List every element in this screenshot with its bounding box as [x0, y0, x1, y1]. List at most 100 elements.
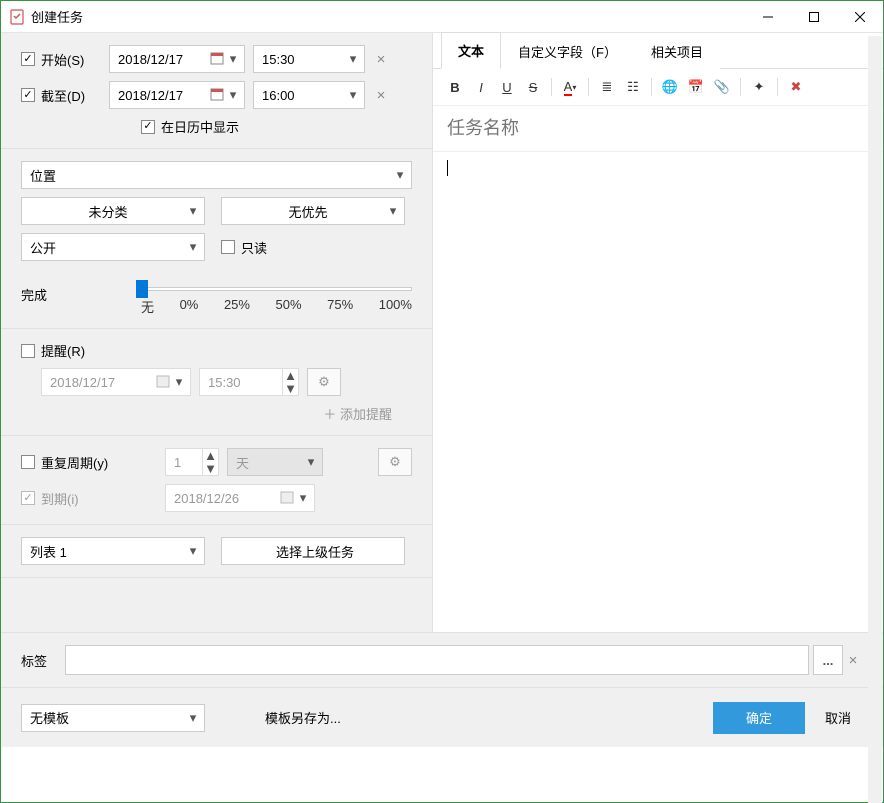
- date-icon: 📅: [688, 79, 704, 95]
- calendar-icon[interactable]: [210, 87, 226, 103]
- task-title-input[interactable]: [433, 106, 883, 151]
- clear-due-button[interactable]: ×: [371, 85, 391, 105]
- show-in-calendar-label: 在日历中显示: [161, 117, 239, 136]
- numbered-list-icon: ☷: [627, 79, 639, 95]
- reminder-settings-button[interactable]: ⚙: [307, 368, 341, 396]
- start-time-input[interactable]: 15:30▾: [253, 45, 365, 73]
- link-icon: 🌐: [662, 79, 678, 95]
- category-combo[interactable]: 未分类▾: [21, 197, 205, 225]
- visibility-combo[interactable]: 公开▾: [21, 233, 205, 261]
- right-panel: 文本 自定义字段（F） 相关项目 B I U S A ▾ ≣ ☷ 🌐 📅 📎 ✦…: [433, 33, 883, 632]
- recurrence-unit-combo[interactable]: 天▾: [227, 448, 323, 476]
- start-label: 开始(S): [41, 50, 97, 69]
- tab-custom-fields[interactable]: 自定义字段（F）: [501, 33, 634, 69]
- clear-tags-button[interactable]: ×: [843, 650, 863, 670]
- tags-label: 标签: [21, 651, 65, 670]
- tab-text[interactable]: 文本: [441, 32, 501, 69]
- tab-related[interactable]: 相关项目: [634, 33, 720, 69]
- chevron-down-icon[interactable]: ▾: [226, 87, 240, 103]
- recurrence-until-label: 到期(i): [41, 489, 137, 508]
- ok-button[interactable]: 确定: [713, 702, 805, 734]
- bold-button[interactable]: B: [443, 75, 467, 99]
- reminder-label: 提醒(R): [41, 341, 85, 360]
- tags-input[interactable]: [65, 645, 809, 675]
- add-reminder-button[interactable]: ＋ 添加提醒: [323, 407, 392, 422]
- reminder-time-input[interactable]: 15:30 ▲▼: [199, 368, 299, 396]
- insert-link-button[interactable]: 🌐: [658, 75, 682, 99]
- strikethrough-button[interactable]: S: [521, 75, 545, 99]
- recurrence-label: 重复周期(y): [41, 453, 137, 472]
- recurrence-until-date-input[interactable]: 2018/12/26 ▾: [165, 484, 315, 512]
- insert-item-button[interactable]: ✦: [747, 75, 771, 99]
- show-in-calendar-checkbox[interactable]: [141, 120, 155, 134]
- underline-button[interactable]: U: [495, 75, 519, 99]
- chevron-down-icon[interactable]: ▾: [346, 87, 360, 103]
- minimize-button[interactable]: [745, 1, 791, 33]
- app-icon: [9, 9, 25, 25]
- tags-more-button[interactable]: ...: [813, 645, 843, 675]
- start-date-input[interactable]: 2018/12/17 ▾: [109, 45, 245, 73]
- paperclip-icon: 📎: [714, 79, 730, 95]
- recurrence-settings-button[interactable]: ⚙: [378, 448, 412, 476]
- chevron-down-icon[interactable]: ▾: [186, 710, 200, 726]
- due-label: 截至(D): [41, 86, 97, 105]
- readonly-label: 只读: [241, 238, 267, 257]
- list-combo[interactable]: 列表 1▾: [21, 537, 205, 565]
- chevron-down-icon[interactable]: ▾: [386, 203, 400, 219]
- readonly-checkbox[interactable]: [221, 240, 235, 254]
- editor-tabs: 文本 自定义字段（F） 相关项目: [433, 33, 883, 69]
- reminder-checkbox[interactable]: [21, 344, 35, 358]
- calendar-icon[interactable]: [210, 51, 226, 67]
- task-body-editor[interactable]: [433, 151, 883, 632]
- chevron-down-icon[interactable]: ▾: [304, 454, 318, 470]
- clear-formatting-button[interactable]: ✖: [784, 75, 808, 99]
- save-template-as-button[interactable]: 模板另存为...: [265, 708, 341, 727]
- progress-slider[interactable]: [141, 287, 412, 291]
- insert-date-button[interactable]: 📅: [684, 75, 708, 99]
- title-bar: 创建任务: [1, 1, 883, 33]
- recurrence-until-checkbox[interactable]: [21, 491, 35, 505]
- priority-combo[interactable]: 无优先▾: [221, 197, 405, 225]
- calendar-icon[interactable]: [156, 374, 172, 390]
- template-combo[interactable]: 无模板▾: [21, 704, 205, 732]
- chevron-down-icon[interactable]: ▾: [186, 239, 200, 255]
- due-time-input[interactable]: 16:00▾: [253, 81, 365, 109]
- chevron-down-icon[interactable]: ▾: [393, 167, 407, 183]
- chevron-down-icon[interactable]: ▾: [172, 374, 186, 390]
- select-parent-task-button[interactable]: 选择上级任务: [221, 537, 405, 565]
- reminder-date-input[interactable]: 2018/12/17 ▾: [41, 368, 191, 396]
- chevron-down-icon[interactable]: ▾: [226, 51, 240, 67]
- dialog-footer: 无模板▾ 模板另存为... 确定 取消: [1, 687, 883, 747]
- chevron-down-icon[interactable]: ▾: [346, 51, 360, 67]
- eraser-icon: ✖: [791, 79, 802, 95]
- tags-row: 标签 ... ×: [1, 632, 883, 687]
- italic-button[interactable]: I: [469, 75, 493, 99]
- editor-scrollbar[interactable]: [868, 36, 882, 803]
- progress-ticks: 无 0% 25% 50% 75% 100%: [141, 297, 412, 316]
- chevron-down-icon[interactable]: ▾: [296, 490, 310, 506]
- start-checkbox[interactable]: [21, 52, 35, 66]
- recurrence-count-input[interactable]: 1 ▲▼: [165, 448, 219, 476]
- cancel-button[interactable]: 取消: [813, 700, 863, 735]
- recurrence-checkbox[interactable]: [21, 455, 35, 469]
- bullet-list-icon: ≣: [602, 79, 613, 95]
- due-date-input[interactable]: 2018/12/17 ▾: [109, 81, 245, 109]
- bullet-list-button[interactable]: ≣: [595, 75, 619, 99]
- window-title: 创建任务: [31, 7, 745, 26]
- calendar-icon[interactable]: [280, 490, 296, 506]
- numbered-list-button[interactable]: ☷: [621, 75, 645, 99]
- due-checkbox[interactable]: [21, 88, 35, 102]
- gear-icon: ⚙: [318, 374, 330, 390]
- close-button[interactable]: [837, 1, 883, 33]
- attachment-button[interactable]: 📎: [710, 75, 734, 99]
- chevron-down-icon[interactable]: ▾: [186, 543, 200, 559]
- editor-toolbar: B I U S A ▾ ≣ ☷ 🌐 📅 📎 ✦ ✖: [433, 69, 883, 106]
- font-color-button[interactable]: A ▾: [558, 75, 582, 99]
- location-combo[interactable]: 位置▾: [21, 161, 412, 189]
- chevron-down-icon[interactable]: ▾: [186, 203, 200, 219]
- maximize-button[interactable]: [791, 1, 837, 33]
- left-panel: 开始(S) 2018/12/17 ▾ 15:30▾ × 截至(D) 2018/1…: [1, 33, 433, 632]
- slider-thumb[interactable]: [136, 280, 148, 298]
- item-icon: ✦: [754, 79, 765, 95]
- clear-start-button[interactable]: ×: [371, 49, 391, 69]
